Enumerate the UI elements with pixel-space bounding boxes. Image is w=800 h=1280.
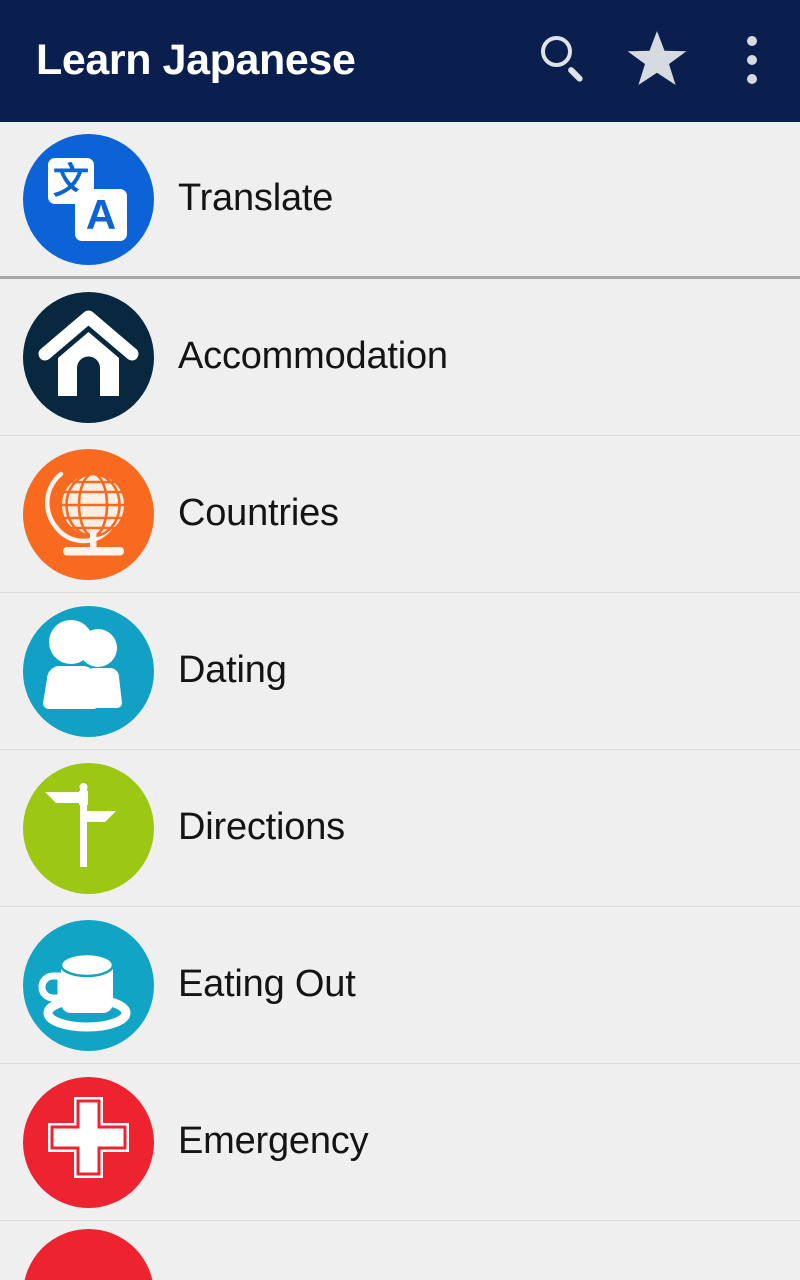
house-icon-background bbox=[23, 291, 154, 423]
list-item-emergency[interactable]: Emergency bbox=[0, 1064, 800, 1221]
cup-icon bbox=[38, 952, 131, 1031]
list-item-icon bbox=[23, 1076, 155, 1208]
medical-cross-icon-background bbox=[23, 1076, 154, 1208]
list-item-accommodation[interactable]: Accommodation bbox=[0, 279, 800, 436]
list-item-icon bbox=[23, 919, 155, 1051]
app-bar-actions bbox=[516, 0, 800, 120]
category-list: 文 A Translate Accommodation Countries Da… bbox=[0, 122, 800, 1280]
globe-icon bbox=[45, 471, 124, 555]
list-item-icon bbox=[23, 1229, 155, 1280]
list-item-label: Translate bbox=[178, 177, 334, 220]
cup-icon-background bbox=[23, 919, 154, 1051]
list-item-translate[interactable]: 文 A Translate bbox=[0, 122, 800, 279]
list-item-label: Directions bbox=[178, 806, 345, 849]
list-item-countries[interactable]: Countries bbox=[0, 436, 800, 593]
list-item-label: Dating bbox=[178, 649, 287, 692]
list-item-icon: 文 A bbox=[23, 133, 155, 265]
overflow-menu-button[interactable] bbox=[704, 0, 800, 121]
list-item-label: Eating Out bbox=[178, 963, 356, 1006]
list-item-label: Countries bbox=[178, 492, 339, 535]
list-item-eating-out[interactable]: Eating Out bbox=[0, 907, 800, 1064]
list-item-label: Emergency bbox=[178, 1120, 369, 1163]
favorites-button[interactable] bbox=[610, 0, 704, 121]
medical-cross-icon bbox=[48, 1096, 129, 1178]
list-item-icon bbox=[23, 291, 155, 423]
list-item-icon bbox=[23, 762, 155, 894]
list-item-icon bbox=[23, 448, 155, 580]
list-item-icon bbox=[23, 605, 155, 737]
search-icon bbox=[537, 34, 589, 86]
people-icon bbox=[43, 619, 122, 709]
favorites-star-icon bbox=[627, 31, 687, 85]
page-title: Learn Japanese bbox=[36, 35, 356, 84]
translate-icon: 文 A bbox=[23, 133, 154, 265]
app-bar: Learn Japanese bbox=[0, 0, 800, 122]
globe-icon-background bbox=[23, 448, 154, 580]
house-icon bbox=[38, 310, 139, 396]
app-root: Learn Japanese 文 A Translate Accommodati… bbox=[0, 0, 800, 1280]
red-circle-icon bbox=[23, 1229, 154, 1280]
translate-icon-latin-glyph: A bbox=[75, 188, 127, 241]
list-item-label: Accommodation bbox=[178, 335, 448, 378]
search-button[interactable] bbox=[516, 0, 610, 121]
signpost-icon-background bbox=[23, 762, 154, 894]
list-item-directions[interactable]: Directions bbox=[0, 750, 800, 907]
list-item-partial[interactable] bbox=[0, 1221, 800, 1280]
signpost-icon bbox=[45, 782, 116, 867]
overflow-menu-icon bbox=[747, 34, 757, 86]
people-icon-background bbox=[23, 605, 154, 737]
list-item-dating[interactable]: Dating bbox=[0, 593, 800, 750]
